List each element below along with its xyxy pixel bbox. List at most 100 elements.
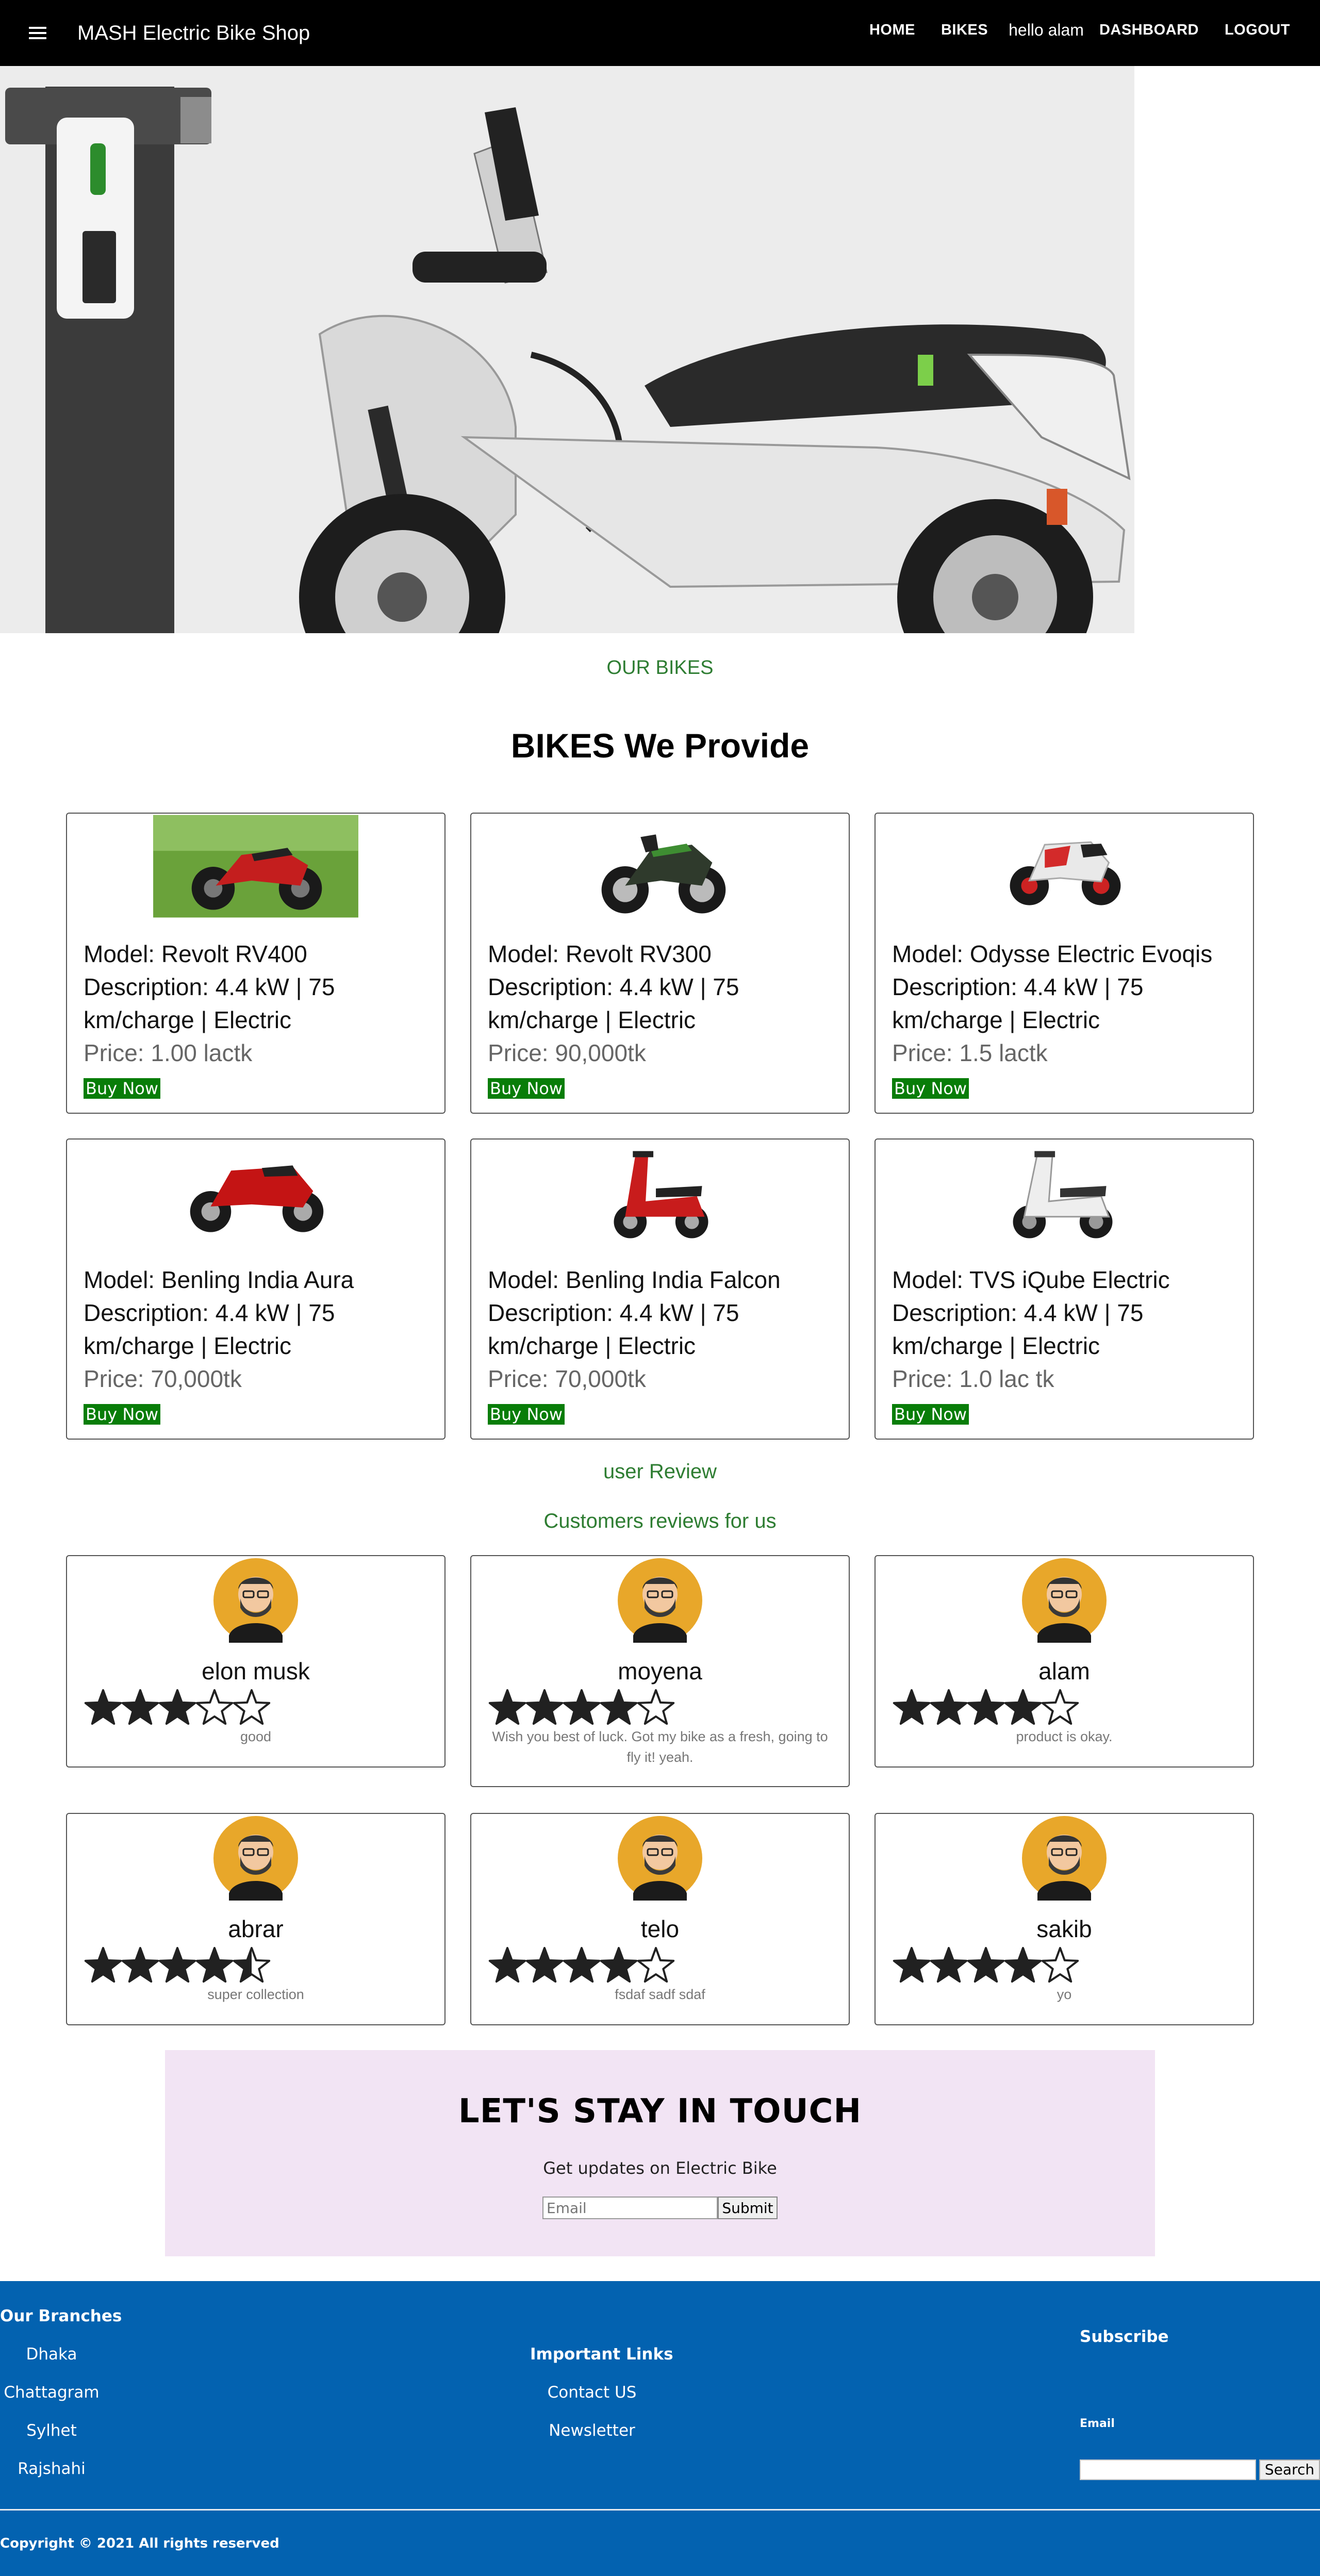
brand-title[interactable]: MASH Electric Bike Shop <box>77 19 310 47</box>
bike-price: Price: 1.5 lactk <box>892 1039 1048 1066</box>
star-filled-icon <box>1004 1689 1042 1725</box>
bike-image <box>601 834 726 914</box>
star-filled-icon <box>158 1689 196 1725</box>
footer-email-label: Email <box>1080 2417 1115 2430</box>
footer-email-input[interactable] <box>1080 2459 1256 2480</box>
buy-now-button[interactable]: Buy Now <box>84 1404 161 1425</box>
star-filled-icon <box>488 1689 526 1725</box>
star-filled-icon <box>893 1689 931 1725</box>
review-card: moyena Wish you best of luck. Got my bik… <box>470 1555 850 1787</box>
copyright-text: Copyright © 2021 All rights reserved <box>0 2536 279 2551</box>
star-filled-icon <box>930 1947 968 1983</box>
nav-home-link[interactable]: HOME <box>869 22 915 39</box>
top-navbar: MASH Electric Bike Shop HOME BIKES hello… <box>0 0 1320 66</box>
bike-price: Price: 70,000tk <box>488 1365 646 1392</box>
our-bikes-tag: OUR BIKES <box>606 657 714 679</box>
nav-links: HOME BIKES hello alam DASHBOARD LOGOUT <box>869 21 1290 40</box>
newsletter-link[interactable]: Newsletter <box>530 2421 654 2440</box>
bike-model: Model: Revolt RV400 <box>84 940 307 967</box>
bike-card: Model: TVS iQube Electric Description: 4… <box>874 1138 1254 1440</box>
star-empty-icon <box>233 1689 271 1725</box>
star-filled-icon <box>195 1947 234 1983</box>
bike-model: Model: Benling India Aura <box>84 1266 354 1293</box>
branch-link[interactable]: Rajshahi <box>0 2459 103 2478</box>
star-rating <box>488 1689 675 1725</box>
bike-model: Model: Odysse Electric Evoqis <box>892 940 1213 967</box>
avatar <box>618 1816 702 1901</box>
bike-description: Description: 4.4 kW | 75 km/charge | Ele… <box>892 973 1144 1033</box>
newsletter-form: Submit <box>542 2197 778 2219</box>
reviewer-name: moyena <box>618 1658 702 1685</box>
branches-heading: Our Branches <box>0 2307 122 2325</box>
hero-banner-image <box>0 66 1134 633</box>
star-filled-icon <box>600 1689 638 1725</box>
newsletter-email-input[interactable] <box>542 2197 718 2219</box>
bike-price: Price: 90,000tk <box>488 1039 646 1066</box>
bike-price: Price: 1.0 lac tk <box>892 1365 1054 1392</box>
star-filled-icon <box>967 1947 1005 1983</box>
newsletter-submit-button[interactable]: Submit <box>718 2197 778 2219</box>
review-card: abrar super collection <box>66 1813 446 2025</box>
buy-now-button[interactable]: Buy Now <box>84 1078 161 1099</box>
star-filled-icon <box>121 1689 159 1725</box>
buy-now-button[interactable]: Buy Now <box>892 1404 969 1425</box>
bike-image <box>1010 841 1121 905</box>
bike-description: Description: 4.4 kW | 75 km/charge | Ele… <box>488 973 739 1033</box>
important-links-heading: Important Links <box>530 2345 673 2364</box>
reviewer-name: elon musk <box>202 1658 310 1685</box>
branch-link[interactable]: Chattagram <box>0 2383 103 2402</box>
star-empty-icon <box>637 1947 675 1983</box>
nav-logout-link[interactable]: LOGOUT <box>1225 22 1290 39</box>
footer-divider <box>0 2509 1320 2511</box>
reviewer-name: alam <box>1038 1658 1090 1685</box>
avatar <box>1022 1558 1107 1643</box>
review-text: product is okay. <box>1016 1729 1113 1744</box>
branch-link[interactable]: Sylhet <box>0 2421 103 2440</box>
newsletter-section: LET'S STAY IN TOUCH Get updates on Elect… <box>165 2050 1155 2256</box>
star-filled-icon <box>563 1689 601 1725</box>
newsletter-title: LET'S STAY IN TOUCH <box>458 2092 862 2131</box>
contact-us-link[interactable]: Contact US <box>530 2383 654 2402</box>
nav-dashboard-link[interactable]: DASHBOARD <box>1099 22 1199 39</box>
bike-image <box>190 1165 324 1232</box>
star-filled-icon <box>967 1689 1005 1725</box>
footer: Our Branches Dhaka Chattagram Sylhet Raj… <box>0 2281 1320 2576</box>
review-text: yo <box>1057 1987 1072 2002</box>
bike-image <box>153 815 358 918</box>
star-filled-icon <box>84 1689 122 1725</box>
star-empty-icon <box>637 1689 675 1725</box>
review-text: good <box>240 1729 272 1744</box>
subscribe-heading: Subscribe <box>1080 2327 1169 2346</box>
star-filled-icon <box>600 1947 638 1983</box>
star-empty-icon <box>1041 1689 1079 1725</box>
star-filled-icon <box>893 1947 931 1983</box>
user-review-tag: user Review <box>603 1460 717 1483</box>
star-rating <box>84 1947 271 1983</box>
bike-model: Model: Benling India Falcon <box>488 1266 781 1293</box>
review-card: alam product is okay. <box>874 1555 1254 1768</box>
bike-card: Model: Benling India Falcon Description:… <box>470 1138 850 1440</box>
bike-model: Model: TVS iQube Electric <box>892 1266 1170 1293</box>
bike-description: Description: 4.4 kW | 75 km/charge | Ele… <box>84 1299 335 1359</box>
review-card: sakib yo <box>874 1813 1254 2025</box>
review-card: telo fsdaf sadf sdaf <box>470 1813 850 2025</box>
bike-model: Model: Revolt RV300 <box>488 940 712 967</box>
bike-image <box>1013 1151 1113 1239</box>
footer-search-button[interactable]: Search <box>1259 2459 1320 2480</box>
bike-description: Description: 4.4 kW | 75 km/charge | Ele… <box>892 1299 1144 1359</box>
branch-link[interactable]: Dhaka <box>0 2345 103 2364</box>
bike-card: Model: Benling India Aura Description: 4… <box>66 1138 446 1440</box>
nav-bikes-link[interactable]: BIKES <box>941 22 988 39</box>
buy-now-button[interactable]: Buy Now <box>488 1404 565 1425</box>
buy-now-button[interactable]: Buy Now <box>488 1078 565 1099</box>
bike-description: Description: 4.4 kW | 75 km/charge | Ele… <box>84 973 335 1033</box>
reviews-subtitle: Customers reviews for us <box>543 1510 777 1532</box>
menu-icon[interactable] <box>29 27 46 39</box>
bike-description: Description: 4.4 kW | 75 km/charge | Ele… <box>488 1299 739 1359</box>
reviewer-name: sakib <box>1036 1916 1092 1942</box>
bike-price: Price: 70,000tk <box>84 1365 242 1392</box>
bike-price: Price: 1.00 lactk <box>84 1039 253 1066</box>
avatar <box>213 1816 298 1901</box>
buy-now-button[interactable]: Buy Now <box>892 1078 969 1099</box>
star-filled-icon <box>158 1947 196 1983</box>
